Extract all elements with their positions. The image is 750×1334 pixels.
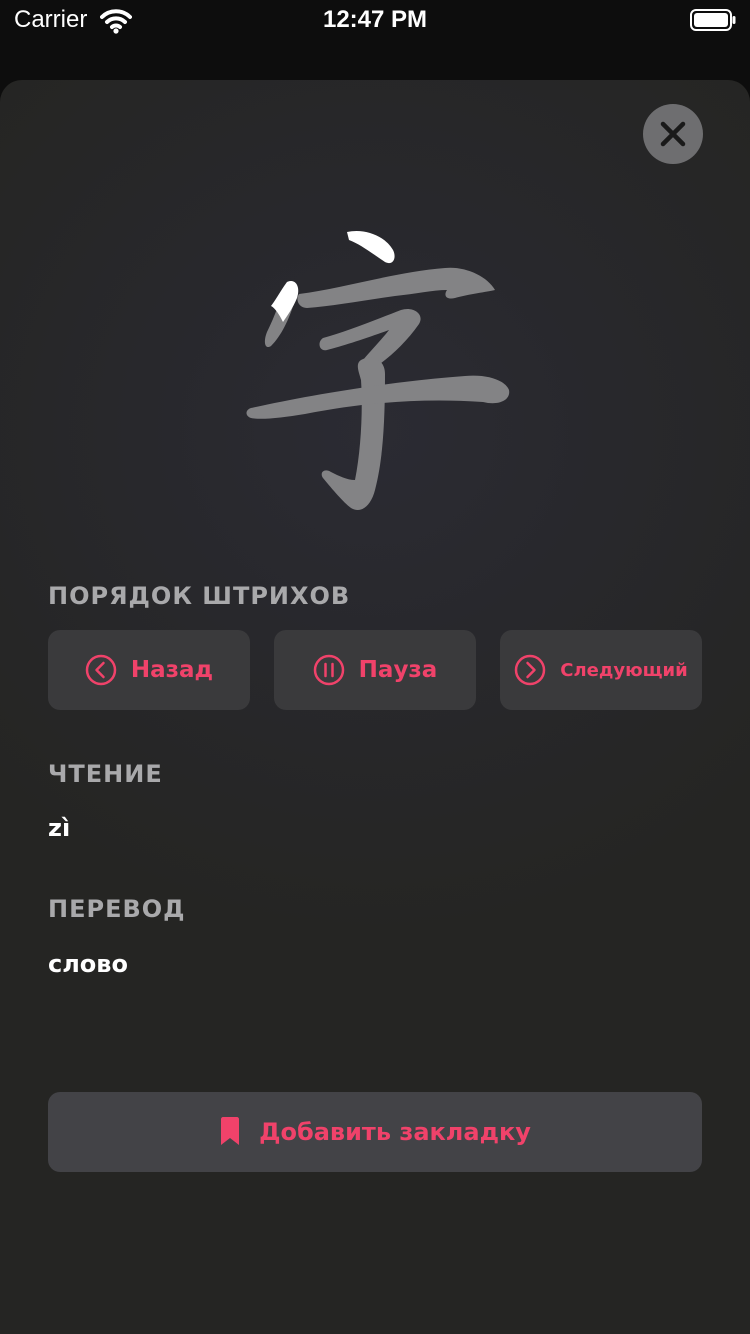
pause-circle-icon	[313, 654, 344, 686]
add-bookmark-button[interactable]: Добавить закладку	[48, 1092, 702, 1172]
add-bookmark-label: Добавить закладку	[259, 1118, 531, 1146]
hanzi-character	[246, 230, 510, 510]
reading-value: zì	[48, 814, 71, 842]
chevron-left-circle-icon	[85, 654, 117, 686]
translation-value: слово	[48, 950, 128, 978]
close-icon	[660, 121, 686, 147]
back-button[interactable]: Назад	[48, 630, 250, 710]
pause-label: Пауза	[358, 657, 438, 683]
close-button[interactable]	[643, 104, 703, 164]
chevron-right-circle-icon	[515, 654, 546, 686]
stroke-order-title: ПОРЯДОК ШТРИХОВ	[48, 582, 351, 610]
reading-title: ЧТЕНИЕ	[48, 760, 163, 788]
translation-title: ПЕРЕВОД	[48, 895, 186, 923]
back-label: Назад	[130, 657, 214, 683]
stroke-animation	[225, 210, 525, 530]
bookmark-icon	[221, 1117, 240, 1145]
next-button[interactable]: Следующий	[500, 630, 702, 710]
status-bar: Carrier 12:47 PM	[0, 0, 750, 40]
battery-icon	[690, 9, 736, 31]
character-detail-sheet: ПОРЯДОК ШТРИХОВ Назад Пауза Следующий ЧТ…	[0, 80, 750, 1334]
pause-button[interactable]: Пауза	[274, 630, 476, 710]
clock: 12:47 PM	[322, 6, 428, 33]
next-label: Следующий	[560, 659, 688, 681]
